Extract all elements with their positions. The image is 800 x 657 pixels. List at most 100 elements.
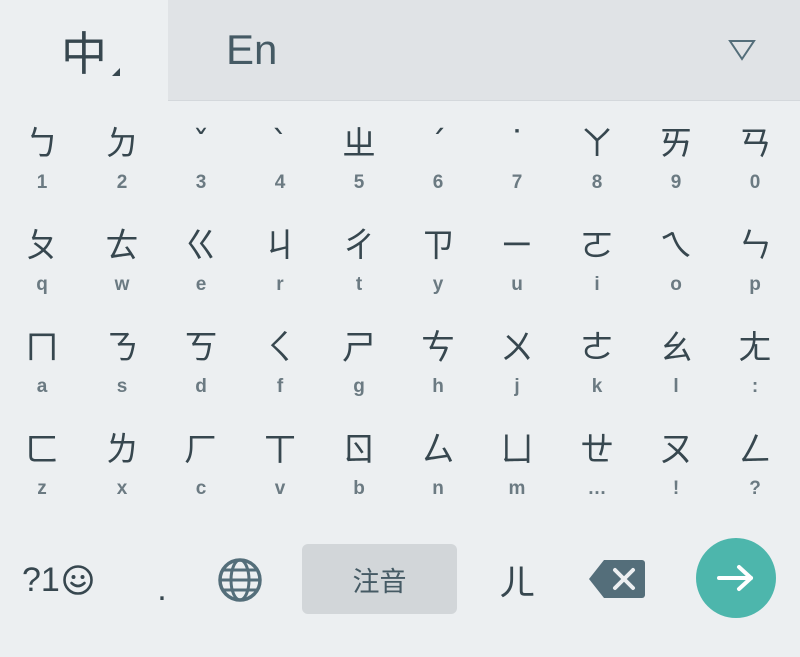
key-main-label: ㄈ [25, 430, 59, 470]
key-main-label: ㄕ [342, 328, 376, 368]
input-mode-bar: 中 En [0, 0, 800, 101]
key[interactable]: ㄕg [319, 314, 399, 414]
key-main-label: ㄞ [659, 124, 693, 164]
key[interactable]: ㄘh [398, 314, 478, 414]
symbols-key-label: ?1 [22, 560, 60, 599]
key[interactable]: ˊ6 [398, 110, 478, 210]
key[interactable]: ㄔt [319, 212, 399, 312]
key[interactable]: ㄩm [477, 416, 557, 516]
key-sub-label: u [511, 274, 523, 295]
key-sub-label: r [276, 274, 284, 295]
key[interactable]: ㄏc [161, 416, 241, 516]
key-main-label: ㄠ [659, 328, 693, 368]
key-main-label: ㄆ [25, 226, 59, 266]
key-sub-label: f [276, 376, 284, 397]
key-main-label: ㄡ [659, 430, 693, 470]
key[interactable]: ㄛi [557, 212, 637, 312]
enter-button[interactable] [696, 538, 776, 618]
key-main-label: ˊ [429, 124, 447, 164]
key-main-label: ㄏ [184, 430, 218, 470]
key-sub-label: n [432, 478, 444, 499]
key[interactable]: ㄨj [477, 314, 557, 414]
key[interactable]: ㄉ2 [82, 110, 162, 210]
key[interactable]: ˙ 7 [477, 110, 557, 210]
key-sub-label: s [116, 376, 128, 397]
period-key[interactable]: . [150, 570, 174, 610]
tab-english[interactable]: En [226, 22, 277, 78]
key-main-label: ㄊ [105, 226, 139, 266]
key-main-label: ㄟ [659, 226, 693, 266]
key-sub-label: i [594, 274, 600, 295]
key-main-label: ˙ [508, 124, 526, 164]
key-main-label: ㄩ [500, 430, 534, 470]
key-sub-label: 6 [432, 172, 444, 193]
key-main-label: ㄅ [25, 124, 59, 164]
key-main-label: ㄋ [105, 328, 139, 368]
key[interactable]: ㄅ1 [2, 110, 82, 210]
key-main-label: ㄇ [25, 328, 59, 368]
triangle-down-icon[interactable] [722, 32, 762, 68]
key-sub-label: b [353, 478, 365, 499]
globe-icon[interactable] [216, 556, 264, 604]
symbols-key[interactable]: ?1 [22, 558, 94, 602]
key[interactable]: ㄊw [82, 212, 162, 312]
key[interactable]: ㄙn [398, 416, 478, 516]
key[interactable]: ㄌx [82, 416, 162, 516]
key-row-3: ㄇa ㄋs ㄎd ㄑf ㄕg ㄘh ㄨj ㄜk ㄠl ㄤ: [0, 314, 800, 414]
key[interactable]: ㄥ? [715, 416, 795, 516]
key-sub-label: 0 [749, 172, 761, 193]
key-main-label: ㄒ [263, 430, 297, 470]
key[interactable]: ㄟo [636, 212, 716, 312]
key-main-label: ㄧ [500, 226, 534, 266]
key-sub-label: 8 [591, 172, 603, 193]
key[interactable]: ㄍe [161, 212, 241, 312]
key[interactable]: ㄐr [240, 212, 320, 312]
key-sub-label: c [195, 478, 207, 499]
key[interactable]: ㄡ! [636, 416, 716, 516]
tab-zhuyin[interactable]: 中 [0, 0, 168, 101]
key-sub-label: k [591, 376, 603, 397]
key[interactable]: ㄈz [2, 416, 82, 516]
key[interactable]: ㄞ9 [636, 110, 716, 210]
key[interactable]: ㄇa [2, 314, 82, 414]
key-sub-label: 2 [116, 172, 128, 193]
key[interactable]: ㄑf [240, 314, 320, 414]
key-main-label: ㄛ [580, 226, 614, 266]
key-main-label: ㄢ [738, 124, 772, 164]
backspace-icon[interactable] [588, 558, 646, 600]
key-sub-label: ? [749, 478, 761, 499]
space-key[interactable]: 注音 [302, 544, 457, 614]
key[interactable]: ㄣp [715, 212, 795, 312]
key[interactable]: ㄤ: [715, 314, 795, 414]
key-sub-label: g [353, 376, 365, 397]
key-main-label: ㄘ [421, 328, 455, 368]
keyboard-bottom-row: ?1 . 注音 ㄦ [0, 530, 800, 640]
key-sub-label: v [274, 478, 286, 499]
key[interactable]: ㄗy [398, 212, 478, 312]
key[interactable]: ˇ3 [161, 110, 241, 210]
key-sub-label: x [116, 478, 128, 499]
arrow-right-icon [716, 563, 756, 593]
key[interactable]: ㄚ8 [557, 110, 637, 210]
key-sub-label: a [36, 376, 48, 397]
key[interactable]: ㄒv [240, 416, 320, 516]
key[interactable]: ㄜk [557, 314, 637, 414]
key[interactable]: ㄎd [161, 314, 241, 414]
key[interactable]: ㄆq [2, 212, 82, 312]
key[interactable]: ˋ4 [240, 110, 320, 210]
key-sub-label: 3 [195, 172, 207, 193]
key[interactable]: ㄠl [636, 314, 716, 414]
key-sub-label: 7 [511, 172, 523, 193]
key[interactable]: ㄧu [477, 212, 557, 312]
key-sub-label: : [751, 376, 759, 397]
key[interactable]: ㄖb [319, 416, 399, 516]
key[interactable]: ㄢ0 [715, 110, 795, 210]
key[interactable]: ㄓ5 [319, 110, 399, 210]
key-main-label: ㄜ [580, 328, 614, 368]
er-key[interactable]: ㄦ [492, 552, 542, 608]
key-main-label: ㄖ [342, 430, 376, 470]
key-sub-label: t [355, 274, 363, 295]
key-row-1: ㄅ1 ㄉ2 ˇ3 ˋ4 ㄓ5 ˊ6 ˙ 7 ㄚ8 ㄞ9 ㄢ0 [0, 110, 800, 210]
key[interactable]: ㄋs [82, 314, 162, 414]
key[interactable]: ㄝ… [557, 416, 637, 516]
